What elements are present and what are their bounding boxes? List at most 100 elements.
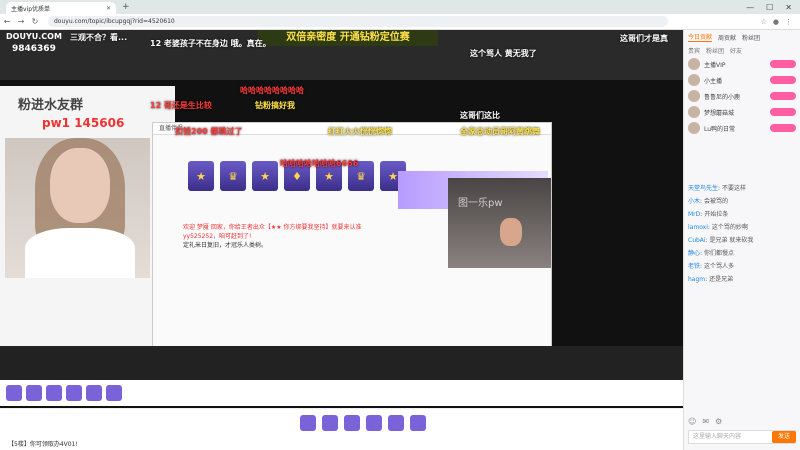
subtab-friends[interactable]: 好友: [730, 46, 742, 55]
rank-user[interactable]: Lu鸭的日常: [684, 120, 800, 136]
extensions-area: ☆ ● ⋮: [761, 18, 800, 26]
tab-fans[interactable]: 粉丝团: [742, 33, 760, 42]
chat-text: 这个骂人多: [703, 263, 734, 270]
gift-icon[interactable]: [410, 415, 426, 431]
gift-icon[interactable]: [66, 385, 82, 401]
window-controls: — ☐ ✕: [746, 3, 800, 12]
rank-user[interactable]: 鲁鲁尼的小鹿: [684, 88, 800, 104]
gift-icon[interactable]: [46, 385, 62, 401]
minimize-icon[interactable]: —: [746, 3, 754, 12]
streamer-face: [50, 148, 110, 223]
chat-message: MrD: 开始拉条: [688, 211, 729, 218]
danmu-text: 全家总动员哥阿黄跳舞: [460, 127, 540, 136]
settings-icon[interactable]: ⚙: [715, 417, 722, 426]
star-icon[interactable]: ☆: [761, 18, 767, 26]
chat-user[interactable]: MrD: [688, 211, 700, 218]
avatar: [688, 106, 700, 118]
gift-picker: [300, 415, 426, 431]
danmu-text: 哈哈哈哈哈哈哈6666: [280, 159, 359, 168]
reload-icon[interactable]: ↻: [28, 17, 42, 26]
gift-icon[interactable]: [388, 415, 404, 431]
rank-user[interactable]: 梦想蘑菇城: [684, 104, 800, 120]
menu-icon[interactable]: ⋮: [785, 18, 792, 26]
gift-icon[interactable]: [106, 385, 122, 401]
chat-text: 不要这样: [721, 185, 746, 192]
chat-sidebar: 今日贡献 周贡献 粉丝团 贵宾 粉丝团 好友 主播VIP 小主播 鲁鲁尼的小鹿 …: [683, 30, 800, 450]
address-bar-row: ← → ↻ douyu.com/topic/ibcupgqj?rid=45206…: [0, 14, 800, 30]
gift-icon[interactable]: [6, 385, 22, 401]
bottom-notice: 【5楼】你可领取办4V01!: [8, 441, 78, 448]
gift-icon[interactable]: [322, 415, 338, 431]
profile-icon[interactable]: ●: [773, 18, 779, 26]
chat-user[interactable]: 老铁: [688, 263, 700, 270]
chat-user[interactable]: 小木: [688, 198, 700, 205]
rank-user[interactable]: 小主播: [684, 72, 800, 88]
gift-effects-row: [0, 380, 683, 406]
rank-user-name: 主播VIP: [704, 61, 726, 69]
danmu-text: 12 哥还是生比较: [150, 101, 212, 110]
chat-user[interactable]: 静心: [688, 250, 700, 257]
danmu-text: 扣钱200 都跳过了: [175, 127, 243, 136]
chat-text: 会被骂的: [703, 198, 728, 205]
danmu-text: 这个骂人 黄无我了: [470, 49, 537, 58]
gift-icon[interactable]: [26, 385, 42, 401]
new-tab-icon[interactable]: +: [122, 2, 130, 12]
maximize-icon[interactable]: ☐: [766, 3, 773, 12]
screen-chat-line: 欢迎 梦魇 回家，你给王者出众【★★ 你方绑要我坚持】就要来认准yy525252…: [183, 224, 362, 240]
gift-card[interactable]: ★: [188, 161, 214, 191]
gift-icon[interactable]: [300, 415, 316, 431]
emoji-icon[interactable]: ☺: [688, 417, 696, 426]
chat-text: 是兄弟 就来砍我: [709, 237, 754, 244]
rank-user-name: 小主播: [704, 77, 723, 85]
danmu-text: 这哥们才是真: [620, 34, 668, 43]
score-readout: 9846369: [12, 44, 56, 54]
browser-tab[interactable]: 主播vip优质单 ✕: [6, 2, 116, 14]
browser-tab-strip: 主播vip优质单 ✕ + — ☐ ✕: [0, 0, 800, 14]
send-button[interactable]: 发送: [772, 431, 796, 443]
chat-message: CubAi: 是兄弟 就来砍我: [688, 237, 754, 244]
rank-user-name: 鲁鲁尼的小鹿: [704, 93, 741, 101]
gift-icon[interactable]: [366, 415, 382, 431]
promo-banner: 双倍亲密度 开通钻粉定位赛: [258, 30, 438, 46]
chat-user[interactable]: 天堂鸟先生: [688, 185, 718, 192]
avatar: [688, 122, 700, 134]
rank-user-name: 梦想蘑菇城: [704, 109, 735, 117]
chat-message: hagm: 还是兄弟: [688, 276, 734, 283]
chat-user[interactable]: lamoxi: [688, 224, 708, 231]
avatar: [688, 58, 700, 70]
danmu-text: 红红火火恍恍惚惚: [328, 127, 392, 136]
back-icon[interactable]: ←: [0, 17, 14, 26]
face-id-text: pw1 145606: [42, 116, 125, 130]
level-badge: [770, 124, 796, 132]
close-tab-icon[interactable]: ✕: [106, 5, 111, 12]
gift-card[interactable]: ★: [252, 161, 278, 191]
gift-icon[interactable]: [86, 385, 102, 401]
chat-list: 天堂鸟先生: 不要这样 小木: 会被骂的 MrD: 开始拉条 lamoxi: 这…: [684, 182, 800, 286]
screen-chat: 欢迎 梦魇 回家，你给王者出众【★★ 你方绑要我坚持】就要来认准yy525252…: [183, 223, 383, 250]
forward-icon[interactable]: →: [14, 17, 28, 26]
chat-user[interactable]: hagm: [688, 276, 705, 283]
tab-today[interactable]: 今日贡献: [688, 32, 713, 42]
level-badge: [770, 92, 796, 100]
level-badge: [770, 76, 796, 84]
screen-chat-line: 定礼米日复旧，才冠乐人类树。: [183, 242, 268, 249]
gift-icon[interactable]: [344, 415, 360, 431]
rank-user[interactable]: 主播VIP: [684, 56, 800, 72]
url-input[interactable]: douyu.com/topic/ibcupgqj?rid=4520610: [48, 16, 668, 27]
chat-message: 静心: 你们都慢点: [688, 250, 734, 257]
subtab-fans[interactable]: 粉丝团: [706, 46, 724, 55]
sub-tabs: 贵宾 粉丝团 好友: [684, 44, 800, 56]
tab-title: 主播vip优质单: [11, 5, 51, 13]
avatar: [688, 74, 700, 86]
chat-user[interactable]: CubAi: [688, 237, 706, 244]
subtab-guest[interactable]: 贵宾: [688, 46, 700, 55]
gift-card[interactable]: ♛: [220, 161, 246, 191]
gift-box-icon[interactable]: ✉: [702, 417, 709, 426]
chat-tools: ☺ ✉ ⚙: [688, 417, 722, 426]
danmu-text: 钻粉搞好我: [255, 101, 295, 110]
douyu-logo: DOUYU.COM: [6, 32, 62, 41]
tab-week[interactable]: 周贡献: [718, 33, 736, 42]
stream-player[interactable]: DOUYU.COM 9846369 双倍亲密度 开通钻粉定位赛 粉进水友群 pw…: [0, 30, 683, 408]
close-window-icon[interactable]: ✕: [785, 3, 792, 12]
streamer-body: [25, 228, 135, 278]
